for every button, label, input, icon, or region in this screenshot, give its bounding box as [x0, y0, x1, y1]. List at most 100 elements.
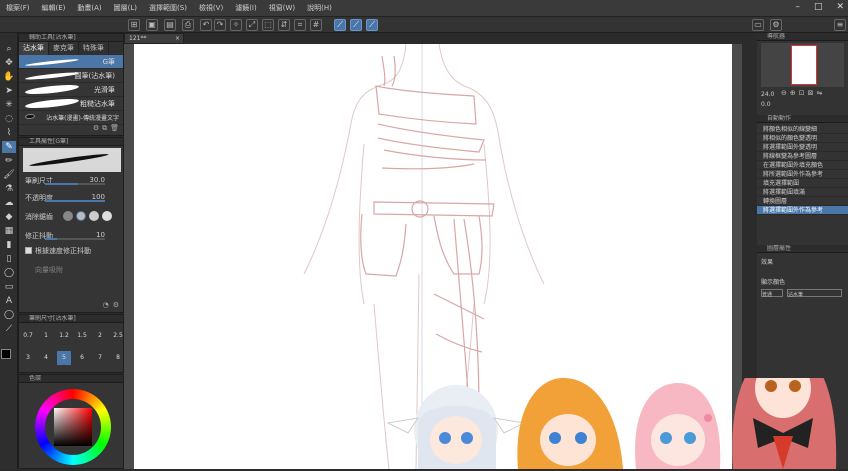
menu-filter[interactable]: 濾鏡(I) — [229, 3, 263, 13]
text-icon[interactable]: A — [2, 295, 16, 307]
saturation-square[interactable] — [54, 408, 92, 446]
size-cell[interactable]: 1.5 — [75, 329, 89, 343]
brush-icon[interactable]: 🖌 — [2, 169, 16, 181]
action-item[interactable]: 將選擇範圍填滿 — [757, 188, 848, 197]
tab-pen[interactable]: 沾水筆 — [19, 42, 49, 55]
size-cell[interactable]: 6 — [75, 351, 89, 365]
antialias-strong-button[interactable] — [102, 211, 112, 221]
zoom-out-icon[interactable]: ⊖ — [781, 89, 787, 97]
minimize-button[interactable]: – — [795, 2, 800, 12]
figure-icon[interactable]: ▯ — [2, 253, 16, 265]
opacity-slider[interactable] — [45, 200, 105, 202]
zoom-icon[interactable]: ⌕ — [2, 43, 16, 55]
document-tab[interactable]: 121** × — [124, 33, 184, 44]
antialias-weak-button[interactable] — [76, 211, 86, 221]
menu-edit[interactable]: 編輯(E) — [36, 3, 72, 13]
tab-marker[interactable]: 麥克筆 — [49, 42, 79, 55]
size-cell[interactable]: 8 — [111, 351, 125, 365]
vector-magnet-row[interactable]: 向量吸附 — [19, 263, 123, 276]
brush-item-manga-pen[interactable]: 沾水筆(漫畫)-傳統漫畫文字 — [19, 111, 123, 125]
size-cell[interactable]: 7 — [93, 351, 107, 365]
subtool-delete-icon[interactable]: 🗑 — [110, 124, 119, 133]
layer-name-field[interactable]: 沾水筆 — [787, 289, 842, 298]
snap-grid-icon[interactable]: ⟋ — [350, 19, 362, 31]
move-icon[interactable]: ✥ — [2, 57, 16, 69]
navigator-preview[interactable] — [761, 43, 844, 87]
navigator-view-box[interactable] — [791, 45, 817, 85]
size-cell[interactable]: 1 — [39, 329, 53, 343]
brush-size-row[interactable]: 筆刷尺寸 30.0 — [19, 174, 123, 187]
hand-icon[interactable]: ✋ — [2, 71, 16, 83]
action-item[interactable]: 將所選範圍外作為參考 — [757, 170, 848, 179]
action-item[interactable]: 填充選擇範圍 — [757, 179, 848, 188]
property-settings-icon[interactable]: ⚙ — [113, 301, 119, 309]
action-item[interactable]: 在選擇範圍外填充顏色 — [757, 161, 848, 170]
print-icon[interactable]: ⎙ — [182, 19, 194, 31]
speed-stabilize-row[interactable]: 根據速度修正抖動 — [19, 244, 123, 257]
snap-ruler-icon[interactable]: ⟋ — [334, 19, 346, 31]
pencil-icon[interactable]: ✏ — [2, 155, 16, 167]
crop-icon[interactable]: ⌗ — [294, 19, 306, 31]
fill-icon[interactable]: ▦ — [2, 225, 16, 237]
menu-animation[interactable]: 動畫(A) — [71, 3, 107, 13]
menu-file[interactable]: 檔案(F) — [0, 3, 36, 13]
settings-icon[interactable]: ⚙ — [770, 19, 782, 31]
close-tab-icon[interactable]: × — [175, 34, 180, 43]
size-cell[interactable]: 3 — [21, 351, 35, 365]
menu-view[interactable]: 檢視(V) — [193, 3, 229, 13]
operation-icon[interactable]: ➤ — [2, 85, 16, 97]
size-cell[interactable]: 2.5 — [111, 329, 125, 343]
flip-icon[interactable]: ⇋ — [817, 89, 823, 97]
menu-window[interactable]: 視窗(W) — [263, 3, 301, 13]
airbrush-icon[interactable]: ⚗ — [2, 183, 16, 195]
transform-icon[interactable]: ⤢ — [246, 19, 258, 31]
panel-icon[interactable]: ▭ — [752, 19, 764, 31]
angle-value[interactable]: 0.0 — [761, 101, 771, 108]
close-button[interactable]: ✕ — [836, 2, 844, 12]
brush-item-smooth-pen[interactable]: 光滑筆 — [19, 83, 123, 97]
zoom-value[interactable]: 24.0 — [761, 91, 774, 98]
open-icon[interactable]: ▤ — [164, 19, 176, 31]
eyedropper-icon[interactable]: ⌇ — [2, 127, 16, 139]
zoom-in-icon[interactable]: ⊕ — [790, 89, 796, 97]
subtool-copy-icon[interactable]: ⧉ — [102, 124, 107, 133]
menu-help[interactable]: 說明(H) — [301, 3, 338, 13]
subtool-settings-icon[interactable]: ⚙ — [93, 124, 99, 133]
frame-icon[interactable]: ◯ — [2, 267, 16, 279]
correct-line-icon[interactable]: ⟋ — [2, 323, 16, 335]
new-canvas-icon[interactable]: ⊞ — [128, 19, 140, 31]
action-item[interactable]: 將相似的顏色變透明 — [757, 134, 848, 143]
save-icon[interactable]: ▣ — [146, 19, 158, 31]
size-cell[interactable]: 0.7 — [21, 329, 35, 343]
hue-ring[interactable] — [35, 389, 111, 465]
menu-selection[interactable]: 選擇範圍(S) — [143, 3, 193, 13]
antialias-none-button[interactable] — [63, 211, 73, 221]
ruler-icon[interactable]: ▭ — [2, 281, 16, 293]
action-item[interactable]: 轉換圖層 — [757, 197, 848, 206]
invert-icon[interactable]: ⇵ — [278, 19, 290, 31]
brush-size-slider[interactable] — [45, 183, 105, 185]
size-cell[interactable]: 2 — [93, 329, 107, 343]
redo-icon[interactable]: ↷ — [214, 19, 226, 31]
speed-stabilize-checkbox[interactable] — [25, 247, 32, 254]
size-cell[interactable]: 1.2 — [57, 329, 71, 343]
fit-icon[interactable]: ⊡ — [799, 89, 805, 97]
main-color-swatch[interactable] — [1, 349, 11, 359]
action-item[interactable]: 將線框變為參考圖層 — [757, 152, 848, 161]
menu-icon[interactable]: ≡ — [834, 19, 846, 31]
antialias-row[interactable]: 消除鋸齒 — [19, 210, 123, 223]
eraser-icon[interactable]: ◆ — [2, 211, 16, 223]
size-cell[interactable]: 5 — [57, 351, 71, 365]
balloon-icon[interactable]: ◯ — [2, 309, 16, 321]
tab-special-pen[interactable]: 特殊筆 — [79, 42, 109, 55]
actual-size-icon[interactable]: ⊠ — [808, 89, 814, 97]
pen-icon[interactable]: ✎ — [2, 141, 16, 153]
lasso-icon[interactable]: ◌ — [2, 113, 16, 125]
brush-item-round-pen[interactable]: 圓筆(沾水筆) — [19, 69, 123, 83]
snap-special-icon[interactable]: ⟋ — [366, 19, 378, 31]
magic-wand-icon[interactable]: ✳ — [2, 99, 16, 111]
action-item[interactable]: 將選擇範圍外變透明 — [757, 143, 848, 152]
maximize-button[interactable]: □ — [814, 2, 823, 12]
clear-icon[interactable]: ✧ — [230, 19, 242, 31]
antialias-mid-button[interactable] — [89, 211, 99, 221]
